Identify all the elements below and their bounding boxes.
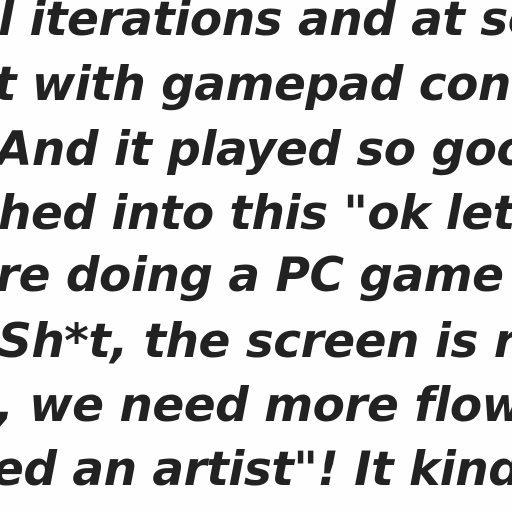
text-line-7: , we need more flowe [0, 378, 512, 433]
text-line-3: And it played so good [0, 122, 512, 177]
text-line-4: hed into this "ok lets [0, 186, 512, 241]
text-line-5: re doing a PC game w [0, 248, 512, 303]
text-line-8: ed an artist"! It kind o [0, 442, 512, 497]
text-line-6: Sh*t, the screen is rea [0, 314, 512, 369]
text-crop: l iterations and at sor t with gamepad c… [0, 0, 512, 512]
text-line-1: l iterations and at sor [0, 0, 512, 47]
text-line-2: t with gamepad contr [0, 57, 512, 112]
